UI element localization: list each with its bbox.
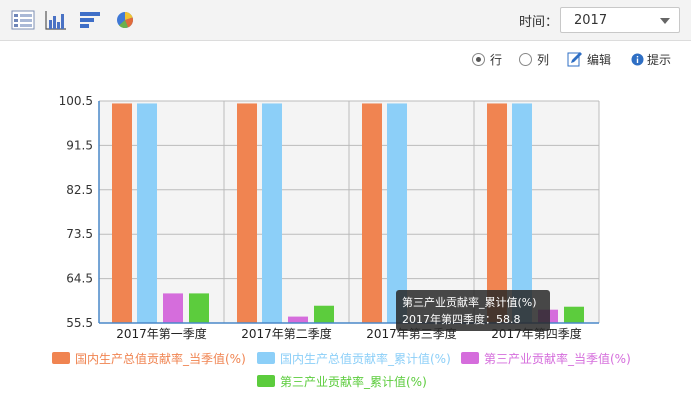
bar bbox=[112, 103, 132, 323]
y-tick-label: 73.5 bbox=[66, 227, 93, 241]
bar-chart: 55.5 64.5 73.5 82.5 91.5 100.5 2017年第一季度 2017年第… bbox=[52, 94, 631, 389]
bar-chart-icon[interactable] bbox=[77, 8, 103, 32]
legend-item[interactable]: 第三产业贡献率_累计值(%) bbox=[257, 374, 427, 389]
y-tick-label: 82.5 bbox=[66, 183, 93, 197]
time-select-value: 2017 bbox=[574, 13, 608, 28]
y-tick-label: 100.5 bbox=[59, 94, 93, 108]
chart-tooltip: 第三产业贡献率_累计值(%) 2017年第四季度：58.8 bbox=[396, 290, 550, 331]
y-tick-label: 55.5 bbox=[66, 316, 93, 330]
tip-label: 提示 bbox=[647, 52, 672, 67]
edit-button[interactable]: 编辑 bbox=[567, 50, 611, 68]
tooltip-value: 2017年第四季度：58.8 bbox=[402, 312, 521, 326]
bar bbox=[163, 293, 183, 323]
time-label: 时间： bbox=[519, 15, 559, 30]
bar bbox=[237, 103, 257, 323]
x-tick-label: 2017年第二季度 bbox=[241, 326, 332, 341]
bar bbox=[189, 293, 209, 323]
time-select[interactable]: 2017 bbox=[560, 7, 680, 33]
legend-swatch bbox=[257, 375, 275, 387]
bar bbox=[262, 103, 282, 323]
edit-icon bbox=[567, 51, 583, 67]
y-tick-label: 64.5 bbox=[66, 272, 93, 286]
legend-label: 第三产业贡献率_累计值(%) bbox=[280, 374, 427, 389]
radio-unselected-icon bbox=[519, 52, 532, 66]
legend-swatch bbox=[257, 352, 275, 364]
radio-selected-icon bbox=[472, 52, 485, 66]
tip-button[interactable]: 提示 bbox=[631, 50, 671, 68]
chevron-down-icon bbox=[660, 18, 670, 24]
column-chart-icon[interactable] bbox=[43, 8, 69, 32]
legend-swatch bbox=[461, 352, 479, 364]
legend-swatch bbox=[52, 352, 70, 364]
tooltip-title: 第三产业贡献率_累计值(%) bbox=[402, 295, 537, 309]
bar bbox=[564, 306, 584, 323]
edit-label: 编辑 bbox=[587, 52, 612, 67]
info-icon bbox=[631, 53, 644, 66]
pie-chart-icon[interactable] bbox=[112, 8, 138, 32]
legend-label: 国内生产总值贡献率_累计值(%) bbox=[280, 351, 451, 366]
legend-label: 国内生产总值贡献率_当季值(%) bbox=[75, 351, 246, 366]
bar bbox=[314, 305, 334, 323]
legend-item[interactable]: 国内生产总值贡献率_累计值(%) bbox=[257, 351, 451, 366]
bar bbox=[362, 103, 382, 323]
legend-label: 第三产业贡献率_当季值(%) bbox=[484, 351, 631, 366]
y-tick-label: 91.5 bbox=[66, 138, 93, 152]
table-icon[interactable] bbox=[10, 8, 36, 32]
legend-item[interactable]: 国内生产总值贡献率_当季值(%) bbox=[52, 351, 246, 366]
col-radio[interactable]: 列 bbox=[519, 50, 549, 68]
col-radio-label: 列 bbox=[537, 52, 550, 67]
row-radio-label: 行 bbox=[490, 52, 503, 67]
row-radio[interactable]: 行 bbox=[472, 50, 502, 68]
toolbar: 时间： 2017 bbox=[0, 0, 691, 41]
x-tick-label: 2017年第一季度 bbox=[116, 326, 207, 341]
legend-item[interactable]: 第三产业贡献率_当季值(%) bbox=[461, 351, 631, 366]
bar bbox=[137, 103, 157, 323]
bar bbox=[288, 316, 308, 323]
